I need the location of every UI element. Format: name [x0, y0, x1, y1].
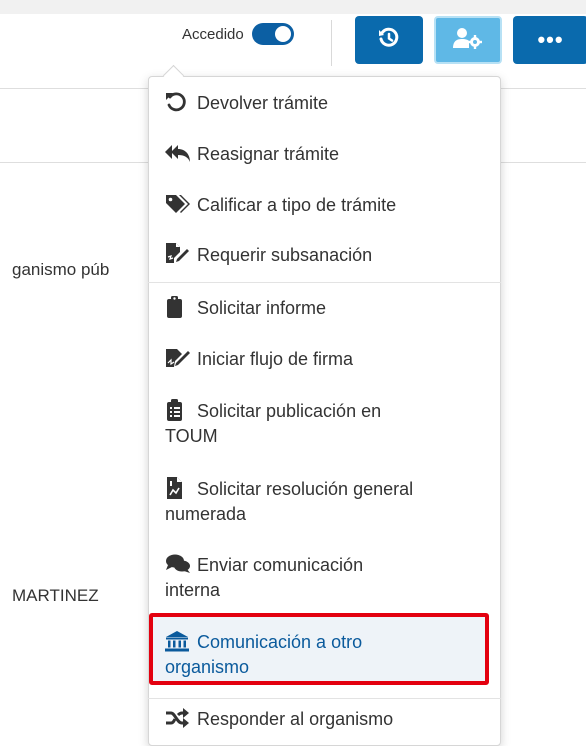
menu-item-label: Solicitar informe	[197, 298, 327, 318]
toolbar-separator	[331, 20, 332, 66]
menu-item-label: Enviar comunicación	[197, 555, 364, 575]
menu-item-label: interna	[165, 580, 221, 600]
file-signature-icon	[165, 243, 197, 265]
menu-item-solicitar-informe[interactable]: Solicitar informe	[165, 296, 485, 321]
menu-item-label: TOUM	[165, 426, 218, 446]
signature-icon	[165, 347, 197, 369]
menu-item-label: Requerir subsanación	[197, 245, 373, 265]
menu-item-label: Responder al organismo	[197, 709, 394, 729]
history-button[interactable]	[355, 16, 423, 64]
menu-item-reasignar-tramite[interactable]: Reasignar trámite	[165, 142, 485, 167]
toggle-switch[interactable]	[251, 23, 294, 45]
menu-item-solicitar-resolucion[interactable]: Solicitar resolución general numerada	[165, 477, 485, 527]
user-cog-icon	[453, 27, 483, 54]
clipboard-list-icon	[165, 399, 197, 421]
name-cell: MARTINEZ	[12, 586, 99, 605]
menu-item-label: numerada	[165, 504, 247, 524]
menu-item-devolver-tramite[interactable]: Devolver trámite	[165, 91, 485, 116]
menu-item-calificar-tipo[interactable]: Calificar a tipo de trámite	[165, 193, 485, 218]
undo-icon	[165, 91, 197, 113]
menu-item-label: Calificar a tipo de trámite	[197, 195, 397, 215]
menu-divider	[148, 282, 501, 283]
reply-all-icon	[165, 142, 197, 164]
menu-item-label: Reasignar trámite	[197, 144, 340, 164]
menu-item-requerir-subsanacion[interactable]: Requerir subsanación	[165, 243, 485, 268]
menu-item-solicitar-publicacion[interactable]: Solicitar publicación en TOUM	[165, 399, 485, 449]
comments-icon	[165, 553, 197, 575]
menu-item-responder-organismo[interactable]: Responder al organismo	[165, 707, 485, 732]
random-icon	[165, 707, 197, 729]
organismo-cell: ganismo púb	[12, 260, 110, 279]
toggle-knob	[274, 26, 291, 42]
university-icon	[165, 630, 197, 652]
menu-item-enviar-comunicacion-interna[interactable]: Enviar comunicación interna	[165, 553, 485, 603]
menu-item-label: Solicitar publicación en	[197, 401, 382, 421]
top-strip	[0, 0, 586, 14]
file-chart-icon	[165, 477, 197, 499]
menu-divider	[148, 698, 501, 699]
menu-item-label: organismo	[165, 657, 250, 677]
accedido-label: Accedido	[182, 25, 244, 43]
menu-item-comunicacion-otro-organismo[interactable]: Comunicación a otro organismo	[165, 630, 485, 680]
menu-item-label: Solicitar resolución general	[197, 479, 414, 499]
tags-icon	[165, 193, 197, 215]
ellipsis-icon: •••	[537, 27, 564, 52]
user-settings-button[interactable]	[434, 16, 502, 64]
more-button[interactable]: •••	[513, 16, 586, 64]
menu-item-label: Devolver trámite	[197, 93, 329, 113]
menu-item-iniciar-flujo-firma[interactable]: Iniciar flujo de firma	[165, 347, 485, 372]
accedido-toggle[interactable]: Accedido	[182, 22, 294, 46]
menu-item-label: Comunicación a otro	[197, 632, 363, 652]
clipboard-icon	[165, 296, 197, 318]
history-icon	[377, 26, 401, 55]
menu-item-label: Iniciar flujo de firma	[197, 349, 354, 369]
